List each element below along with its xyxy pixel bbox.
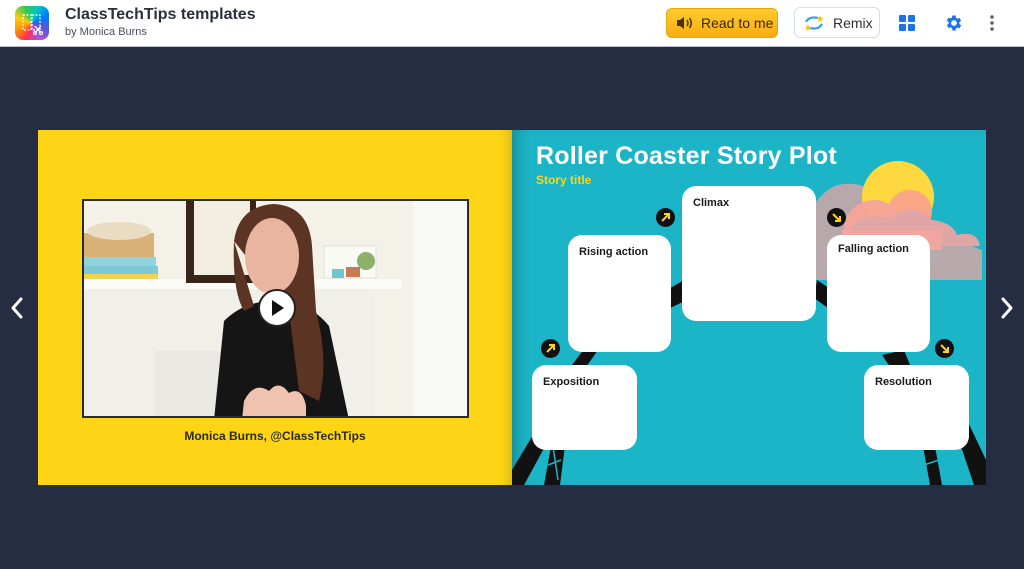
read-to-me-label: Read to me bbox=[701, 15, 774, 31]
video-player[interactable] bbox=[82, 199, 469, 418]
next-page-button[interactable] bbox=[996, 292, 1018, 324]
card-resolution[interactable]: Resolution bbox=[864, 365, 969, 450]
arrow-down-right-icon bbox=[827, 208, 846, 227]
video-caption: Monica Burns, @ClassTechTips bbox=[184, 429, 366, 443]
card-label: Exposition bbox=[543, 376, 600, 388]
previous-page-button[interactable] bbox=[6, 292, 28, 324]
arrow-down-right-icon bbox=[935, 339, 954, 358]
card-label: Climax bbox=[693, 197, 730, 209]
story-title-field[interactable]: Story title bbox=[536, 173, 591, 187]
card-exposition[interactable]: Exposition bbox=[532, 365, 637, 450]
card-climax[interactable]: Climax bbox=[682, 186, 816, 321]
chevron-left-icon bbox=[11, 297, 23, 319]
app-header: ClassTechTips templates by Monica Burns … bbox=[0, 0, 1024, 47]
card-rising-action[interactable]: Rising action bbox=[568, 235, 671, 352]
slide-title: Roller Coaster Story Plot bbox=[536, 142, 837, 170]
remix-stars-icon bbox=[804, 14, 824, 31]
card-label: Rising action bbox=[579, 246, 649, 258]
chevron-right-icon bbox=[1001, 297, 1013, 319]
more-options-button[interactable] bbox=[981, 12, 1003, 34]
gear-icon bbox=[946, 15, 962, 31]
right-page: Roller Coaster Story Plot Story title Ex… bbox=[512, 130, 986, 485]
more-vertical-icon bbox=[990, 15, 994, 31]
grid-view-button[interactable] bbox=[896, 12, 918, 34]
play-button[interactable] bbox=[258, 289, 296, 327]
settings-button[interactable] bbox=[943, 12, 965, 34]
remix-button[interactable]: Remix bbox=[794, 7, 880, 38]
speaker-icon bbox=[677, 17, 692, 29]
arrow-up-right-icon bbox=[656, 208, 675, 227]
arrow-up-right-icon bbox=[541, 339, 560, 358]
book-creator-logo-icon[interactable] bbox=[15, 6, 49, 40]
card-label: Resolution bbox=[875, 376, 932, 388]
read-to-me-button[interactable]: Read to me bbox=[666, 8, 778, 38]
card-label: Falling action bbox=[838, 243, 909, 255]
grid-view-icon bbox=[899, 15, 915, 31]
book-author: by Monica Burns bbox=[65, 26, 147, 38]
left-page: Monica Burns, @ClassTechTips bbox=[38, 130, 512, 485]
book-title: ClassTechTips templates bbox=[65, 6, 256, 23]
remix-label: Remix bbox=[833, 14, 873, 31]
play-icon bbox=[272, 300, 284, 316]
card-falling-action[interactable]: Falling action bbox=[827, 235, 930, 352]
